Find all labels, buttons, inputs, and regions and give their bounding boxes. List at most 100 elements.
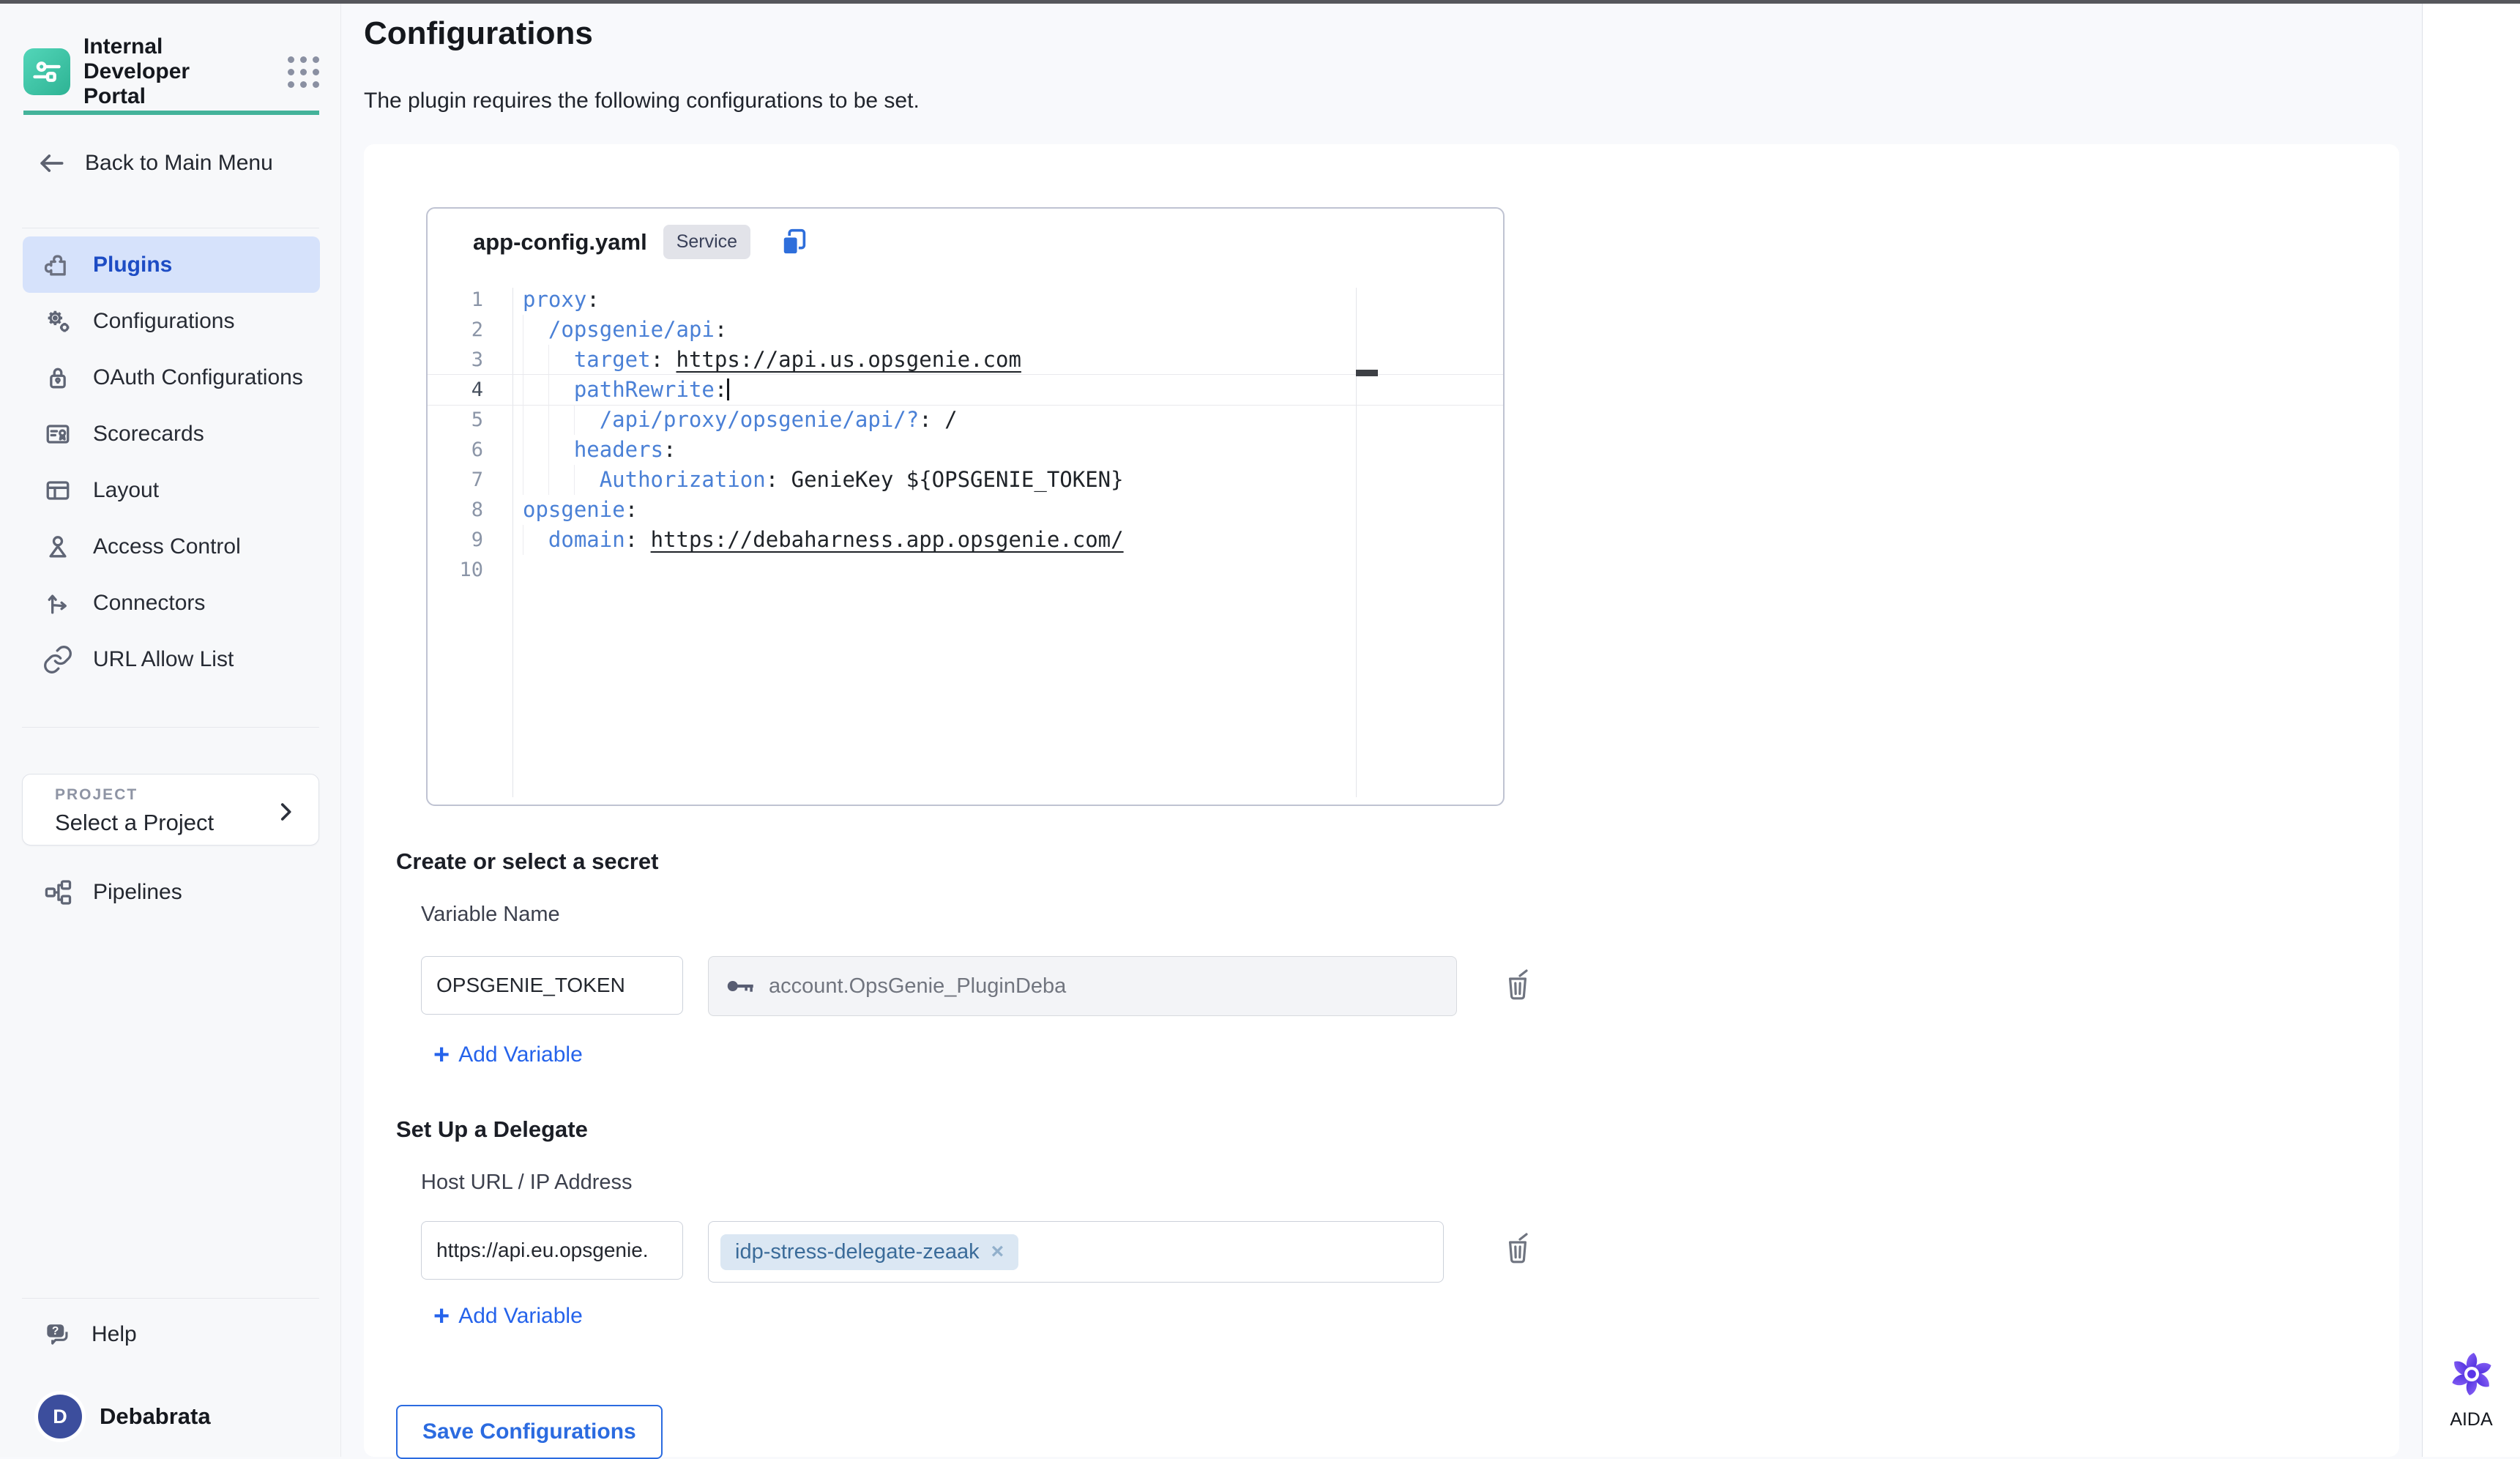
remove-tag-icon[interactable]: × (991, 1241, 1004, 1263)
sidebar-nav: Plugins Configurations OAuth Configurati… (23, 236, 320, 687)
svg-text:?: ? (52, 1325, 59, 1337)
code-area[interactable]: 1proxy:2/opsgenie/api:3target: https://a… (428, 285, 1503, 803)
sidebar-item-configurations[interactable]: Configurations (23, 293, 320, 349)
line-number: 10 (428, 555, 512, 585)
line-number: 9 (428, 525, 512, 555)
code-line[interactable]: 1proxy: (428, 285, 1503, 315)
sidebar-item-label: Access Control (93, 534, 241, 559)
sidebar-item-url-allow-list[interactable]: URL Allow List (23, 631, 320, 687)
line-number: 8 (428, 495, 512, 525)
secret-reference-value: account.OpsGenie_PluginDeba (769, 974, 1066, 999)
plus-icon: + (433, 1041, 450, 1069)
lock-icon (42, 362, 74, 394)
yaml-editor[interactable]: app-config.yaml Service 1proxy:2/opsgeni… (426, 207, 1505, 806)
variable-name-input[interactable] (421, 956, 683, 1015)
divider (22, 1298, 319, 1299)
help-label: Help (92, 1322, 137, 1347)
secret-reference-field[interactable]: account.OpsGenie_PluginDeba (708, 956, 1457, 1016)
help-button[interactable]: ? Help (42, 1318, 137, 1351)
layout-icon (42, 474, 74, 507)
add-variable-button-delegate[interactable]: + Add Variable (433, 1302, 583, 1330)
user-name: Debabrata (100, 1403, 211, 1430)
project-eyebrow: PROJECT (55, 786, 304, 804)
delegate-tag-chip: idp-stress-delegate-zeaak × (720, 1234, 1018, 1270)
window-top-bar (0, 0, 2520, 4)
brand-divider (23, 111, 319, 115)
code-line[interactable]: 5/api/proxy/opsgenie/api/?: / (428, 405, 1503, 435)
sidebar-item-oauth-configurations[interactable]: OAuth Configurations (23, 349, 320, 406)
code-line[interactable]: 8opsgenie: (428, 495, 1503, 525)
editor-filename: app-config.yaml (473, 229, 647, 255)
copy-icon[interactable] (777, 225, 810, 259)
brand-title: Internal Developer Portal (83, 34, 252, 109)
secret-section-heading: Create or select a secret (396, 848, 658, 875)
code-line[interactable]: 4pathRewrite: (428, 375, 1503, 405)
project-selector[interactable]: PROJECT Select a Project (22, 774, 319, 846)
sidebar: Internal Developer Portal Back to Main M… (0, 4, 341, 1457)
aida-widget[interactable]: AIDA (2423, 1347, 2520, 1430)
key-icon (726, 976, 757, 996)
sidebar-item-label: URL Allow List (93, 647, 234, 672)
line-number: 1 (428, 285, 512, 315)
sidebar-item-label: Connectors (93, 591, 205, 616)
line-number: 3 (428, 345, 512, 375)
back-to-main-menu[interactable]: Back to Main Menu (35, 147, 273, 179)
sidebar-item-pipelines[interactable]: Pipelines (42, 876, 182, 908)
pipelines-label: Pipelines (93, 880, 182, 905)
code-line[interactable]: 10 (428, 555, 1503, 585)
avatar: D (38, 1395, 82, 1439)
pipelines-icon (42, 876, 74, 908)
editor-header: app-config.yaml Service (473, 225, 810, 259)
plus-icon: + (433, 1302, 450, 1330)
editor-scroll-track (1356, 288, 1357, 797)
right-rail: AIDA (2422, 4, 2520, 1457)
page-title: Configurations (364, 15, 593, 52)
sidebar-item-plugins[interactable]: Plugins (23, 236, 320, 293)
user-menu[interactable]: D Debabrata (38, 1395, 211, 1439)
link-icon (42, 643, 74, 676)
gears-icon (42, 305, 74, 337)
code-line[interactable]: 2/opsgenie/api: (428, 315, 1503, 345)
sidebar-item-scorecards[interactable]: Scorecards (23, 406, 320, 462)
text-cursor (727, 378, 729, 400)
delete-delegate-button[interactable] (1500, 1231, 1535, 1266)
chevron-right-icon (273, 799, 298, 824)
sidebar-item-access-control[interactable]: Access Control (23, 518, 320, 575)
sidebar-item-label: Layout (93, 478, 159, 503)
host-url-input[interactable] (421, 1221, 683, 1280)
delegate-section-heading: Set Up a Delegate (396, 1116, 588, 1143)
delegate-tags-field[interactable]: idp-stress-delegate-zeaak × (708, 1221, 1444, 1283)
add-variable-button-secret[interactable]: + Add Variable (433, 1041, 583, 1069)
code-line[interactable]: 6headers: (428, 435, 1503, 465)
line-number: 6 (428, 435, 512, 465)
help-chat-icon: ? (42, 1318, 74, 1351)
service-badge: Service (663, 225, 750, 259)
host-url-label: Host URL / IP Address (421, 1171, 633, 1195)
line-number: 2 (428, 315, 512, 345)
connectors-icon (42, 587, 74, 619)
app-grid-icon[interactable] (288, 56, 319, 88)
aida-label: AIDA (2423, 1409, 2520, 1430)
cursor-overview-marker (1356, 370, 1378, 376)
sidebar-item-layout[interactable]: Layout (23, 462, 320, 518)
divider (22, 727, 319, 728)
main-content: Configurations The plugin requires the f… (342, 4, 2422, 1457)
code-line[interactable]: 3target: https://api.us.opsgenie.com (428, 345, 1503, 375)
idp-logo-icon (23, 48, 70, 95)
line-number: 5 (428, 405, 512, 435)
puzzle-icon (42, 249, 74, 281)
aida-flower-icon (2445, 1347, 2499, 1401)
sidebar-item-connectors[interactable]: Connectors (23, 575, 320, 631)
sidebar-item-label: Scorecards (93, 422, 204, 447)
scorecard-icon (42, 418, 74, 450)
delete-variable-button[interactable] (1500, 968, 1535, 1003)
line-number: 4 (428, 375, 512, 405)
line-number: 7 (428, 465, 512, 495)
code-line[interactable]: 9domain: https://debaharness.app.opsgeni… (428, 525, 1503, 555)
code-lines: 1proxy:2/opsgenie/api:3target: https://a… (428, 285, 1503, 585)
code-line[interactable]: 7Authorization: GenieKey ${OPSGENIE_TOKE… (428, 465, 1503, 495)
person-icon (42, 531, 74, 563)
sidebar-item-label: Plugins (93, 253, 172, 277)
sidebar-item-label: OAuth Configurations (93, 365, 303, 390)
save-configurations-button[interactable]: Save Configurations (396, 1405, 663, 1459)
